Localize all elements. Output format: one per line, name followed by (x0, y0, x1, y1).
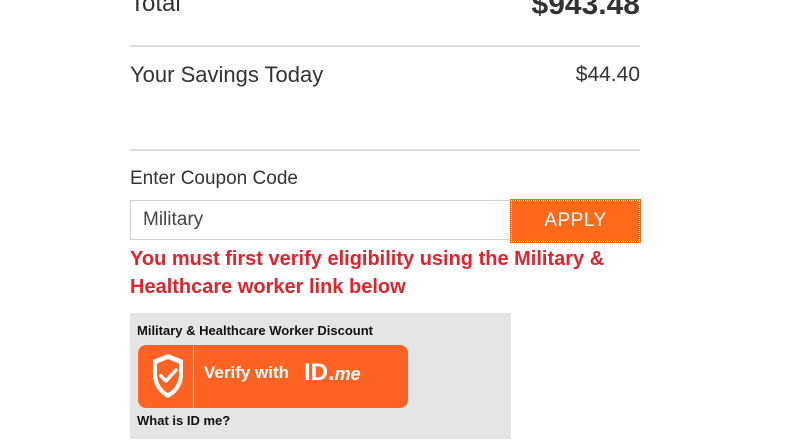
discount-title: Military & Healthcare Worker Discount (137, 323, 373, 338)
military-healthcare-discount-box: Military & Healthcare Worker Discount Ve… (130, 313, 511, 439)
shield-check-icon (153, 354, 183, 398)
divider (130, 45, 640, 47)
what-is-idme-link[interactable]: What is ID me? (137, 413, 230, 428)
idme-logo-dot: . (328, 359, 335, 386)
idme-logo-me: me (334, 364, 361, 384)
verify-with-label: Verify with (204, 363, 290, 382)
total-row: Total $943.48 (130, 0, 640, 36)
total-value: $943.48 (531, 0, 640, 21)
coupon-error-message: You must first verify eligibility using … (130, 248, 605, 298)
savings-label: Your Savings Today (130, 62, 324, 87)
coupon-code-input[interactable] (130, 200, 511, 240)
savings-value: $44.40 (575, 63, 640, 86)
coupon-form: APPLY (130, 199, 641, 243)
verify-with-idme-button[interactable]: Verify with ID.me (138, 345, 408, 408)
idme-logo: ID.me (304, 359, 361, 387)
idme-logo-id: ID (304, 359, 328, 386)
total-label: Total (130, 0, 181, 17)
divider (130, 149, 640, 151)
button-separator (193, 345, 194, 408)
apply-button[interactable]: APPLY (510, 199, 641, 243)
coupon-code-label: Enter Coupon Code (130, 168, 298, 189)
